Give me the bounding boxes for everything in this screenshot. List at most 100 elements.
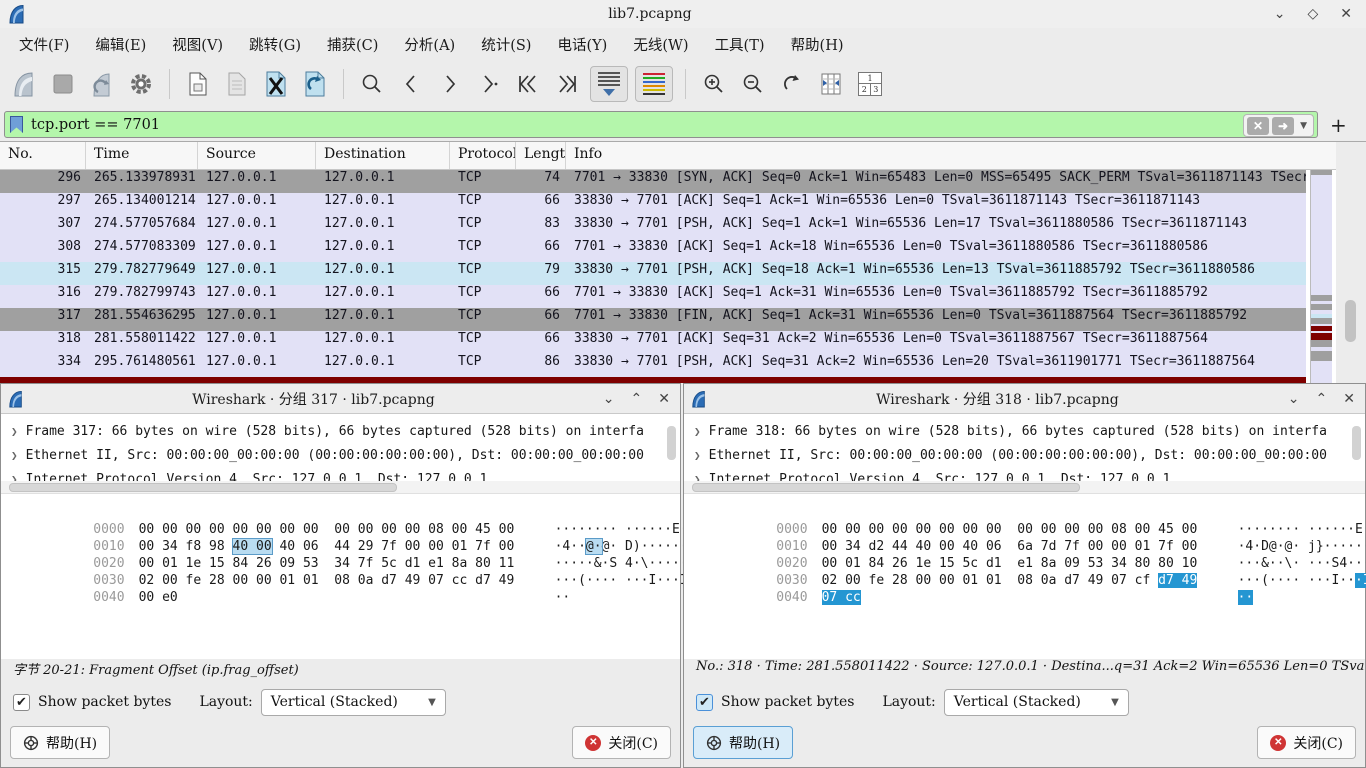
filter-apply-icon[interactable]: ➜ bbox=[1272, 117, 1294, 135]
column-layout-icon[interactable]: 123 bbox=[854, 66, 886, 102]
column-header-length[interactable]: Length bbox=[516, 142, 566, 169]
column-header-time[interactable]: Time bbox=[86, 142, 198, 169]
menu-item[interactable]: 文件(F) bbox=[6, 30, 82, 59]
unshade-icon[interactable]: ⌃ bbox=[1316, 391, 1328, 407]
expander-icon[interactable]: ❯ bbox=[11, 473, 18, 481]
go-to-packet-icon[interactable] bbox=[473, 66, 505, 102]
help-button[interactable]: 帮助(H) bbox=[10, 726, 110, 759]
hex-bytes[interactable]: 00 00 00 00 00 00 00 00 00 00 00 00 08 0… bbox=[139, 521, 531, 538]
close-button[interactable]: ✕关闭(C) bbox=[572, 726, 671, 759]
menu-item[interactable]: 帮助(H) bbox=[778, 30, 857, 59]
menu-item[interactable]: 视图(V) bbox=[159, 30, 236, 59]
column-header-source[interactable]: Source bbox=[198, 142, 316, 169]
resize-columns-icon[interactable] bbox=[815, 66, 847, 102]
hex-ascii[interactable]: ···(···· ···I···I bbox=[1238, 572, 1366, 589]
hex-bytes[interactable]: 00 01 1e 15 84 26 09 53 34 7f 5c d1 e1 8… bbox=[139, 555, 531, 572]
menu-item[interactable]: 分析(A) bbox=[391, 30, 468, 59]
bookmark-icon[interactable] bbox=[10, 116, 23, 133]
expander-icon[interactable]: ❯ bbox=[694, 425, 701, 438]
tree-row[interactable]: ❯Frame 318: 66 bytes on wire (528 bits),… bbox=[694, 420, 1365, 444]
hex-ascii[interactable]: ········ ······E· bbox=[555, 521, 688, 538]
expander-icon[interactable]: ❯ bbox=[694, 473, 701, 481]
hex-bytes[interactable]: 07 cc bbox=[822, 589, 1214, 606]
menu-item[interactable]: 编辑(E) bbox=[82, 30, 159, 59]
tree-horizontal-scrollbar[interactable] bbox=[1, 481, 680, 494]
column-header-protocol[interactable]: Protocol bbox=[450, 142, 516, 169]
restart-capture-fin-icon[interactable] bbox=[86, 66, 118, 102]
reload-file-icon[interactable] bbox=[299, 66, 331, 102]
help-button[interactable]: 帮助(H) bbox=[693, 726, 793, 759]
hex-ascii[interactable]: ·· bbox=[1238, 589, 1254, 606]
auto-scroll-icon[interactable] bbox=[590, 66, 628, 102]
hex-bytes[interactable]: 02 00 fe 28 00 00 01 01 08 0a d7 49 07 c… bbox=[139, 572, 531, 589]
close-file-icon[interactable] bbox=[260, 66, 292, 102]
find-packet-icon[interactable] bbox=[356, 66, 388, 102]
packet-row[interactable]: 308 274.577083309 127.0.0.1 127.0.0.1 TC… bbox=[0, 239, 1306, 262]
hex-bytes[interactable]: 00 e0 bbox=[139, 589, 531, 606]
zoom-in-icon[interactable] bbox=[698, 66, 730, 102]
menu-item[interactable]: 统计(S) bbox=[468, 30, 544, 59]
hex-bytes[interactable]: 02 00 fe 28 00 00 01 01 08 0a d7 49 07 c… bbox=[822, 572, 1214, 589]
filter-dropdown-icon[interactable]: ▼ bbox=[1297, 121, 1310, 131]
hex-bytes[interactable]: 00 00 00 00 00 00 00 00 00 00 00 00 08 0… bbox=[822, 521, 1214, 538]
shade-icon[interactable]: ⌄ bbox=[1288, 391, 1300, 407]
hex-ascii[interactable]: ·4·D@·@· j}······ bbox=[1238, 538, 1366, 555]
column-header-destination[interactable]: Destination bbox=[316, 142, 450, 169]
go-last-icon[interactable] bbox=[551, 66, 583, 102]
capture-options-gear-icon[interactable] bbox=[125, 66, 157, 102]
hex-ascii[interactable]: ·4··@·@· D)······ bbox=[555, 538, 688, 555]
packet-row[interactable]: 307 274.577057684 127.0.0.1 127.0.0.1 TC… bbox=[0, 216, 1306, 239]
packet-row[interactable]: 297 265.134001214 127.0.0.1 127.0.0.1 TC… bbox=[0, 193, 1306, 216]
go-back-icon[interactable] bbox=[395, 66, 427, 102]
display-filter-input[interactable]: tcp.port == 7701 ✕ ➜ ▼ bbox=[4, 111, 1318, 138]
scrollbar-thumb[interactable] bbox=[9, 483, 397, 492]
shade-icon[interactable]: ⌄ bbox=[603, 391, 615, 407]
open-file-icon[interactable] bbox=[182, 66, 214, 102]
close-icon[interactable]: ✕ bbox=[1343, 391, 1355, 407]
menu-item[interactable]: 跳转(G) bbox=[236, 30, 314, 59]
maximize-icon[interactable]: ◇ bbox=[1307, 6, 1318, 22]
hex-row[interactable]: 000000 00 00 00 00 00 00 00 00 00 00 00 … bbox=[698, 504, 1365, 521]
scrollbar-thumb[interactable] bbox=[692, 483, 1080, 492]
close-icon[interactable]: ✕ bbox=[658, 391, 670, 407]
hex-ascii[interactable]: ·····&·S 4·\····· bbox=[555, 555, 688, 572]
tree-scrollbar-thumb[interactable] bbox=[667, 426, 676, 460]
hex-bytes[interactable]: 00 34 f8 98 40 00 40 06 44 29 7f 00 00 0… bbox=[139, 538, 531, 555]
hex-row[interactable]: 000000 00 00 00 00 00 00 00 00 00 00 00 … bbox=[15, 504, 680, 521]
scrollbar-thumb[interactable] bbox=[1345, 300, 1356, 342]
go-forward-icon[interactable] bbox=[434, 66, 466, 102]
go-first-icon[interactable] bbox=[512, 66, 544, 102]
layout-select[interactable]: Vertical (Stacked)▼ bbox=[944, 689, 1129, 716]
zoom-reset-icon[interactable] bbox=[776, 66, 808, 102]
tree-row[interactable]: ❯Ethernet II, Src: 00:00:00_00:00:00 (00… bbox=[694, 444, 1365, 468]
tree-row[interactable]: ❯Internet Protocol Version 4, Src: 127.0… bbox=[694, 468, 1365, 481]
close-button[interactable]: ✕关闭(C) bbox=[1257, 726, 1356, 759]
column-header-no[interactable]: No. bbox=[0, 142, 86, 169]
hex-bytes[interactable]: 00 01 84 26 1e 15 5c d1 e1 8a 09 53 34 8… bbox=[822, 555, 1214, 572]
hex-ascii[interactable]: ········ ······E· bbox=[1238, 521, 1366, 538]
packet-row[interactable]: 315 279.782779649 127.0.0.1 127.0.0.1 TC… bbox=[0, 262, 1306, 285]
filter-text[interactable]: tcp.port == 7701 bbox=[31, 117, 160, 133]
unshade-icon[interactable]: ⌃ bbox=[631, 391, 643, 407]
save-file-icon[interactable] bbox=[221, 66, 253, 102]
tree-row[interactable]: ❯Internet Protocol Version 4, Src: 127.0… bbox=[11, 468, 680, 481]
show-packet-bytes-checkbox[interactable]: ✔ bbox=[13, 694, 30, 711]
filter-clear-icon[interactable]: ✕ bbox=[1247, 117, 1269, 135]
start-capture-fin-icon[interactable] bbox=[8, 66, 40, 102]
packet-row[interactable]: 334 295.761480561 127.0.0.1 127.0.0.1 TC… bbox=[0, 354, 1306, 377]
hex-ascii[interactable]: ···&··\· ···S4··· bbox=[1238, 555, 1366, 572]
show-packet-bytes-checkbox[interactable]: ✔ bbox=[696, 694, 713, 711]
expander-icon[interactable]: ❯ bbox=[11, 425, 18, 438]
tree-row[interactable]: ❯Frame 317: 66 bytes on wire (528 bits),… bbox=[11, 420, 680, 444]
tree-row[interactable]: ❯Ethernet II, Src: 00:00:00_00:00:00 (00… bbox=[11, 444, 680, 468]
tree-horizontal-scrollbar[interactable] bbox=[684, 481, 1365, 494]
packet-row[interactable]: 316 279.782799743 127.0.0.1 127.0.0.1 TC… bbox=[0, 285, 1306, 308]
expander-icon[interactable]: ❯ bbox=[11, 449, 18, 462]
menu-item[interactable]: 电话(Y) bbox=[544, 30, 620, 59]
packet-row[interactable]: 317 281.554636295 127.0.0.1 127.0.0.1 TC… bbox=[0, 308, 1306, 331]
layout-select[interactable]: Vertical (Stacked)▼ bbox=[261, 689, 446, 716]
packet-list-scrollbar[interactable] bbox=[1336, 142, 1366, 383]
hex-bytes[interactable]: 00 34 d2 44 40 00 40 06 6a 7d 7f 00 00 0… bbox=[822, 538, 1214, 555]
stop-capture-icon[interactable] bbox=[47, 66, 79, 102]
hex-ascii[interactable]: ·· bbox=[555, 589, 571, 606]
